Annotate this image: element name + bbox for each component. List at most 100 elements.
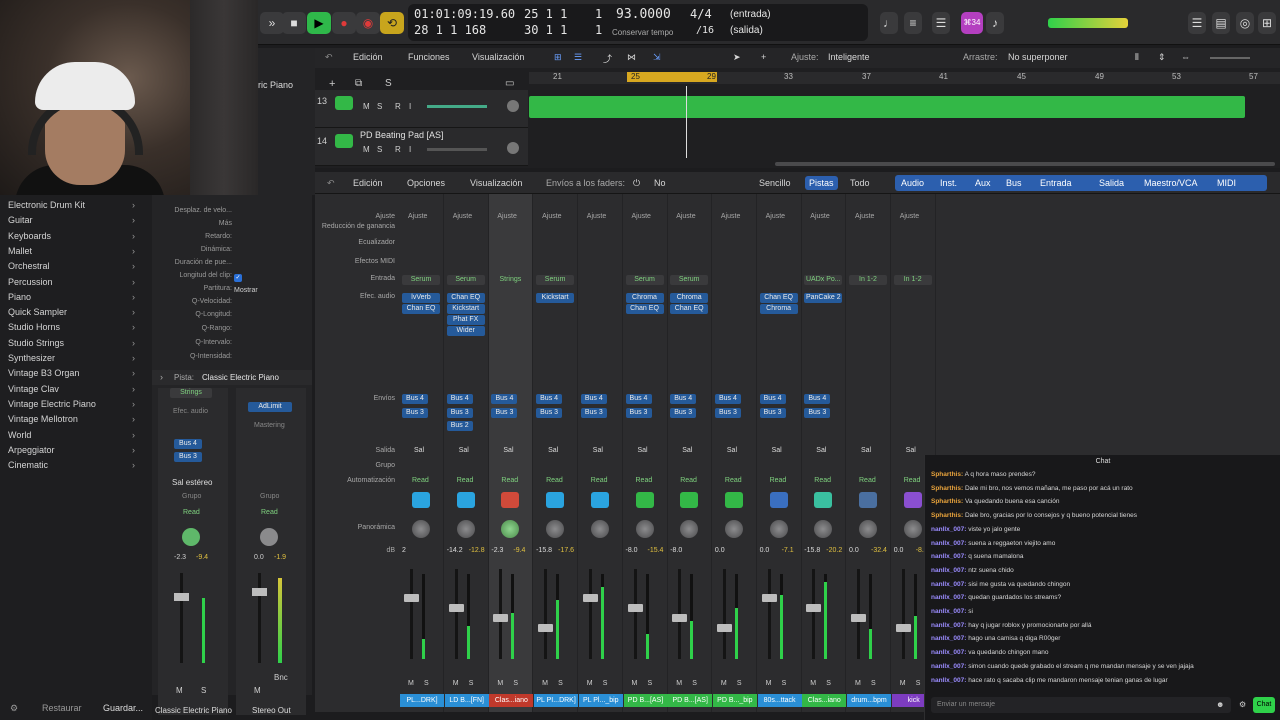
track-input-monitor[interactable]: I: [409, 145, 411, 154]
audio-fx-slot[interactable]: Chan EQ: [670, 304, 709, 314]
list-icon[interactable]: ☰: [574, 52, 582, 63]
library-item[interactable]: Vintage Clav: [8, 384, 59, 394]
library-item[interactable]: Orchestral: [8, 261, 50, 271]
track-mute-button[interactable]: M: [363, 102, 370, 111]
track-solo-button[interactable]: S: [377, 145, 382, 154]
strip-name[interactable]: PL...DRK]: [400, 694, 444, 707]
volume-fader[interactable]: [806, 604, 822, 612]
chat-username[interactable]: Spharthis:: [931, 498, 963, 505]
chat-username[interactable]: nanllx_007:: [931, 594, 966, 601]
setting-slot[interactable]: Ajuste: [900, 213, 919, 220]
output-slot[interactable]: Sal: [682, 447, 692, 454]
automation-mode[interactable]: Read: [183, 509, 200, 516]
notepad-button[interactable]: ▤: [1212, 12, 1230, 34]
channel-strip[interactable]: Ajuste Chan EQ Chroma Bus 4 Bus 3 Sal Read 0.0 -…: [757, 194, 802, 712]
track-name[interactable]: PD Beating Pad [AS]: [360, 130, 444, 140]
chat-username[interactable]: Spharthis:: [931, 471, 963, 478]
volume-fader[interactable]: [627, 604, 643, 612]
setting-slot[interactable]: Ajuste: [542, 213, 561, 220]
group-slot[interactable]: Grupo: [182, 493, 201, 500]
mute-button[interactable]: M: [900, 680, 906, 687]
automation-mode[interactable]: Read: [412, 477, 429, 484]
setting-slot[interactable]: Ajuste: [632, 213, 651, 220]
waveform-zoom-icon[interactable]: ⫴: [1135, 52, 1139, 63]
automation-mode[interactable]: Read: [261, 509, 278, 516]
solo-button[interactable]: S: [692, 680, 697, 687]
setting-slot[interactable]: Ajuste: [766, 213, 785, 220]
pan-knob[interactable]: [260, 528, 278, 546]
audio-fx-slot[interactable]: Chroma: [670, 293, 709, 303]
chat-username[interactable]: nanllx_007:: [931, 663, 966, 670]
audio-fx-slot[interactable]: Kickstart: [446, 304, 485, 314]
send-slot[interactable]: Bus 3: [174, 452, 202, 462]
audio-fx-slot[interactable]: Chroma: [759, 304, 798, 314]
library-item[interactable]: Keyboards: [8, 231, 51, 241]
track-icon[interactable]: [724, 492, 743, 508]
automation-mode[interactable]: Read: [770, 477, 787, 484]
track-options-icon[interactable]: ▭: [505, 78, 514, 89]
tuner-button[interactable]: ♪: [986, 12, 1004, 34]
instrument-slot[interactable]: Strings: [170, 388, 212, 398]
send-slot[interactable]: Bus 4: [714, 394, 741, 404]
pan-knob[interactable]: [635, 520, 654, 538]
setting-slot[interactable]: Ajuste: [721, 213, 740, 220]
automation-mode[interactable]: Read: [725, 477, 742, 484]
mute-button[interactable]: M: [542, 680, 548, 687]
library-item[interactable]: Cinematic: [8, 460, 48, 470]
channel-strip[interactable]: Ajuste In 1-2 Sal Read 0.0 -32.4 M Sdrum...bpm: [847, 194, 891, 712]
chevron-right-icon[interactable]: ›: [132, 246, 135, 256]
chevron-right-icon[interactable]: ›: [132, 384, 135, 394]
chevron-right-icon[interactable]: ›: [132, 399, 135, 409]
view-single[interactable]: Sencillo: [759, 178, 791, 188]
pan-knob[interactable]: [769, 520, 788, 538]
chevron-right-icon[interactable]: ›: [132, 430, 135, 440]
mute-button[interactable]: M: [587, 680, 593, 687]
horizontal-scrollbar[interactable]: [775, 162, 1275, 166]
chevron-right-icon[interactable]: ›: [132, 322, 135, 332]
lcd-signature[interactable]: 4/4: [690, 7, 712, 21]
mute-button[interactable]: M: [766, 680, 772, 687]
cycle-button[interactable]: ⟲: [380, 12, 404, 34]
send-slot[interactable]: Bus 3: [491, 407, 518, 418]
back-icon[interactable]: ↶: [327, 178, 335, 189]
chat-username[interactable]: nanllx_007:: [931, 553, 966, 560]
audio-fx-slot[interactable]: Chan EQ: [402, 304, 440, 314]
view-tracks[interactable]: Pistas: [805, 176, 838, 190]
pointer-tool-icon[interactable]: ➤: [733, 52, 741, 63]
track-pan-knob[interactable]: [507, 100, 519, 112]
solo-button[interactable]: S: [558, 680, 563, 687]
output-slot[interactable]: Sal: [548, 447, 558, 454]
audio-fx-slot[interactable]: Chan EQ: [625, 304, 664, 314]
channel-strip[interactable]: Ajuste Bus 4 Bus 3 Sal Read M S PL Pl..._bip: [578, 194, 623, 712]
record-button[interactable]: ●: [332, 12, 356, 34]
output-slot[interactable]: Sal: [816, 447, 826, 454]
library-item[interactable]: Percussion: [8, 277, 53, 287]
track-icon[interactable]: [546, 492, 565, 508]
setting-slot[interactable]: Ajuste: [676, 213, 695, 220]
chat-username[interactable]: nanllx_007:: [931, 608, 966, 615]
library-item[interactable]: Arpeggiator: [8, 445, 55, 455]
audio-fx-slot[interactable]: Wider: [446, 326, 485, 336]
library-item[interactable]: Studio Strings: [8, 338, 64, 348]
timeline-ruler[interactable]: 21 25 29 33 37 41 45 49 53 57: [529, 72, 1280, 84]
play-button[interactable]: ▶: [307, 12, 331, 34]
track-icon[interactable]: [412, 492, 430, 508]
add-track-button[interactable]: +: [329, 78, 335, 90]
volume-fader[interactable]: [404, 594, 419, 602]
midi-region-track-13[interactable]: [529, 96, 1245, 118]
setting-slot[interactable]: Ajuste: [810, 213, 829, 220]
mixer-menu-view[interactable]: Visualización: [470, 178, 522, 188]
send-slot[interactable]: Bus 3: [670, 407, 697, 418]
bounce-button[interactable]: Bnc: [274, 673, 288, 682]
mute-button[interactable]: M: [632, 680, 638, 687]
strip-name[interactable]: PD B...[AS]: [623, 694, 668, 707]
filter-midi[interactable]: MIDI: [1217, 178, 1236, 188]
chat-send-button[interactable]: Chat: [1253, 697, 1275, 713]
output-slot[interactable]: Sal: [906, 447, 916, 454]
input-slot[interactable]: In 1-2: [893, 275, 932, 285]
chevron-right-icon[interactable]: ›: [132, 307, 135, 317]
track-mute-button[interactable]: M: [363, 145, 370, 154]
library-item[interactable]: Synthesizer: [8, 353, 55, 363]
chat-username[interactable]: nanllx_007:: [931, 635, 966, 642]
catch-icon[interactable]: ⇲: [653, 52, 661, 63]
